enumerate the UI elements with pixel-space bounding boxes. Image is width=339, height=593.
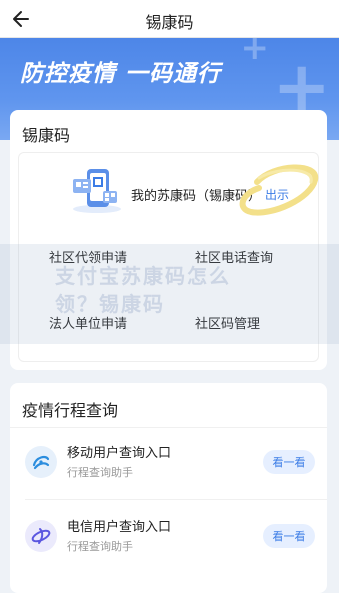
- trip-card-title: 疫情行程查询: [22, 401, 119, 420]
- mobile-query-entry[interactable]: 移动用户查询入口 行程查询助手 看一看: [10, 429, 327, 495]
- cross-decoration: +: [240, 38, 270, 68]
- page-title: 锡康码: [145, 13, 194, 32]
- my-sukangma-entry[interactable]: 我的苏康码（锡康码） 出示: [19, 153, 319, 231]
- china-mobile-icon: [25, 446, 57, 478]
- watermark-line-1: 支付宝苏康码怎么: [55, 264, 231, 288]
- china-telecom-icon: [25, 520, 57, 552]
- telecom-view-button[interactable]: 看一看: [263, 524, 315, 548]
- trip-query-card: 疫情行程查询 移动用户查询入口 行程查询助手 看一看 电信用户查询入口 行程查询…: [10, 383, 327, 593]
- phone-qr-icon: [73, 169, 121, 213]
- watermark-text: 支付宝苏康码怎么 领？锡康码: [55, 262, 231, 318]
- mobile-query-subtitle: 行程查询助手: [67, 466, 133, 479]
- kangma-card-title: 锡康码: [22, 126, 71, 145]
- telecom-query-entry[interactable]: 电信用户查询入口 行程查询助手 看一看: [10, 503, 327, 569]
- watermark-line-2: 领？锡康码: [55, 292, 165, 316]
- telecom-query-title: 电信用户查询入口: [67, 520, 172, 535]
- show-code-link[interactable]: 出示: [265, 186, 289, 203]
- divider: [10, 427, 327, 428]
- top-navigation-bar: 锡康码: [0, 0, 339, 38]
- banner-slogan: 防控疫情 一码通行: [20, 61, 222, 87]
- telecom-query-subtitle: 行程查询助手: [67, 540, 133, 553]
- divider: [25, 499, 327, 500]
- mobile-query-title: 移动用户查询入口: [67, 446, 172, 461]
- mobile-view-button[interactable]: 看一看: [263, 450, 315, 474]
